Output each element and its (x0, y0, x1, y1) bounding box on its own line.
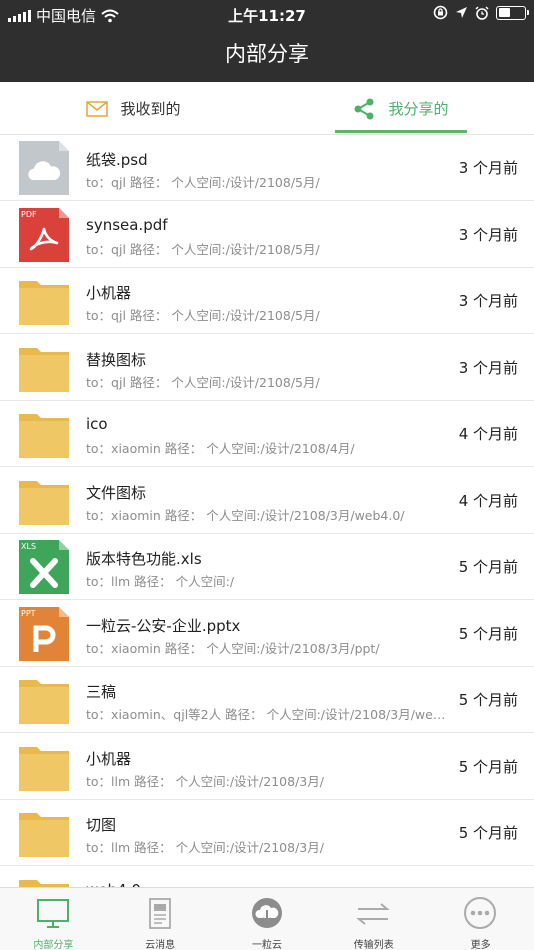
file-name: 文件图标 (86, 483, 147, 502)
bottom-tab-label: 更多 (470, 940, 491, 950)
folder-icon (18, 872, 70, 887)
status-bar: 中国电信 上午11:27 (0, 0, 534, 28)
file-share-info: to：qjl 路径： 个人空间:/设计/2108/5月/ (86, 241, 320, 257)
active-tab-indicator (335, 130, 467, 133)
tab-received-label: 我收到的 (120, 100, 181, 118)
bottom-tab-label: 传输列表 (353, 940, 394, 950)
folder-icon (18, 739, 70, 795)
file-row[interactable]: PPT 一粒云-公安-企业.pptx to：xiaomin 路径： 个人空间:/设计… (0, 601, 534, 667)
file-row[interactable]: web4.0 (0, 867, 534, 887)
bottom-tab-internal-share[interactable]: 内部分享 (0, 888, 107, 950)
location-icon (456, 7, 467, 18)
folder-icon (18, 406, 70, 462)
file-name: 小机器 (86, 749, 132, 768)
file-row[interactable]: 小机器 to：llm 路径： 个人空间:/设计/2108/3月/5 个月前 (0, 734, 534, 800)
tab-shared-label: 我分享的 (388, 100, 449, 118)
file-share-info: to：xiaomin 路径： 个人空间:/设计/2108/3月/ppt/ (86, 640, 380, 656)
folder-icon (18, 473, 70, 529)
folder-icon (18, 340, 70, 396)
shared-file-list[interactable]: 纸袋.psd to：qjl 路径： 个人空间:/设计/2108/5月/3 个月前 P… (0, 135, 534, 887)
xls-file-icon: XLS (18, 539, 70, 595)
alarm-icon (475, 5, 489, 20)
more-icon (464, 897, 497, 929)
file-row[interactable]: PDF synsea.pdf to：qjl 路径： 个人空间:/设计/2108/5月… (0, 202, 534, 268)
monitor-icon (37, 899, 69, 928)
file-row[interactable]: 切图 to：llm 路径： 个人空间:/设计/2108/3月/5 个月前 (0, 800, 534, 866)
file-shared-time: 5 个月前 (458, 558, 518, 576)
file-share-info: to：xiaomin、qjl等2人 路径： 个人空间:/设计/2108/3月/w… (86, 707, 452, 722)
file-share-info: to：qjl 路径： 个人空间:/设计/2108/5月/ (86, 308, 320, 323)
file-type-badge: PDF (21, 209, 37, 219)
file-name: 小机器 (86, 284, 132, 302)
tab-bar: 我收到的 我分享的 (0, 82, 534, 135)
nav-bar: 内部分享 (0, 28, 534, 82)
folder-icon (18, 805, 70, 861)
file-name: synsea.pdf (86, 215, 168, 234)
file-row[interactable]: 文件图标 to：xiaomin 路径： 个人空间:/设计/2108/3月/web4… (0, 468, 534, 534)
bottom-tab-bar: 内部分享 云消息 一粒云 传输列表 更多 (0, 887, 534, 950)
file-row[interactable]: 纸袋.psd to：qjl 路径： 个人空间:/设计/2108/5月/3 个月前 (0, 135, 534, 201)
folder-icon (18, 273, 70, 329)
file-name: 版本特色功能.xls (86, 550, 202, 568)
file-name: 纸袋.psd (86, 151, 148, 169)
file-row[interactable]: 三稿 to：xiaomin、qjl等2人 路径： 个人空间:/设计/2108/3月… (0, 667, 534, 733)
file-shared-time: 5 个月前 (458, 757, 518, 776)
file-name: 切图 (86, 816, 117, 834)
psd-file-icon (18, 140, 70, 196)
transfer-icon (356, 903, 391, 925)
file-shared-time: 4 个月前 (458, 491, 518, 510)
file-share-info: to：llm 路径： 个人空间:/ (86, 574, 235, 589)
file-shared-time: 3 个月前 (458, 292, 518, 310)
bottom-tab-label: 一粒云 (251, 940, 282, 950)
share-icon (354, 98, 374, 119)
file-row[interactable]: 小机器 to：qjl 路径： 个人空间:/设计/2108/5月/3 个月前 (0, 268, 534, 334)
file-shared-time: 3 个月前 (458, 225, 518, 244)
bottom-tab-yiliyun[interactable]: 一粒云 (214, 888, 321, 950)
file-shared-time: 3 个月前 (458, 358, 518, 377)
file-share-info: to：xiaomin 路径： 个人空间:/设计/2108/4月/ (86, 441, 355, 456)
tab-shared[interactable]: 我分享的 (267, 82, 534, 135)
pdf-file-icon: PDF (18, 207, 70, 263)
file-type-badge: XLS (21, 542, 37, 551)
file-type-badge: PPT (21, 608, 36, 618)
file-share-info: to：qjl 路径： 个人空间:/设计/2108/5月/ (86, 374, 320, 390)
bottom-tab-label: 云消息 (145, 940, 176, 950)
page-title: 内部分享 (225, 42, 309, 66)
file-row[interactable]: ico to：xiaomin 路径： 个人空间:/设计/2108/4月/4 个月前 (0, 401, 534, 467)
file-name: 一粒云-公安-企业.pptx (86, 616, 241, 635)
bottom-tab-cloud-message[interactable]: 云消息 (107, 888, 214, 950)
file-share-info: to：llm 路径： 个人空间:/设计/2108/3月/ (86, 840, 324, 855)
battery-icon (496, 5, 529, 20)
file-name: ico (86, 415, 108, 433)
ppt-file-icon: PPT (18, 606, 70, 662)
tab-received[interactable]: 我收到的 (0, 82, 267, 135)
file-shared-time: 5 个月前 (458, 624, 518, 643)
folder-icon (18, 672, 70, 728)
file-share-info: to：xiaomin 路径： 个人空间:/设计/2108/3月/web4.0/ (86, 507, 405, 523)
file-shared-time: 3 个月前 (458, 159, 518, 177)
document-icon (148, 898, 171, 929)
bottom-tab-transfer-list[interactable]: 传输列表 (320, 888, 427, 950)
file-share-info: to：llm 路径： 个人空间:/设计/2108/3月/ (86, 773, 324, 789)
file-row[interactable]: 替换图标 to：qjl 路径： 个人空间:/设计/2108/5月/3 个月前 (0, 335, 534, 401)
bottom-tab-label: 内部分享 (33, 940, 74, 950)
file-name: 替换图标 (86, 350, 147, 369)
file-shared-time: 4 个月前 (458, 425, 518, 443)
file-shared-time: 5 个月前 (458, 691, 518, 709)
file-shared-time: 5 个月前 (458, 824, 518, 842)
bottom-tab-more[interactable]: 更多 (427, 888, 534, 950)
rotation-lock-icon (433, 5, 448, 20)
file-row[interactable]: XLS 版本特色功能.xls to：llm 路径： 个人空间:/ 5 个月前 (0, 534, 534, 600)
envelope-icon (86, 100, 109, 117)
file-share-info: to：qjl 路径： 个人空间:/设计/2108/5月/ (86, 175, 320, 190)
file-name: 三稿 (86, 683, 117, 701)
cloud-icon (251, 898, 282, 928)
